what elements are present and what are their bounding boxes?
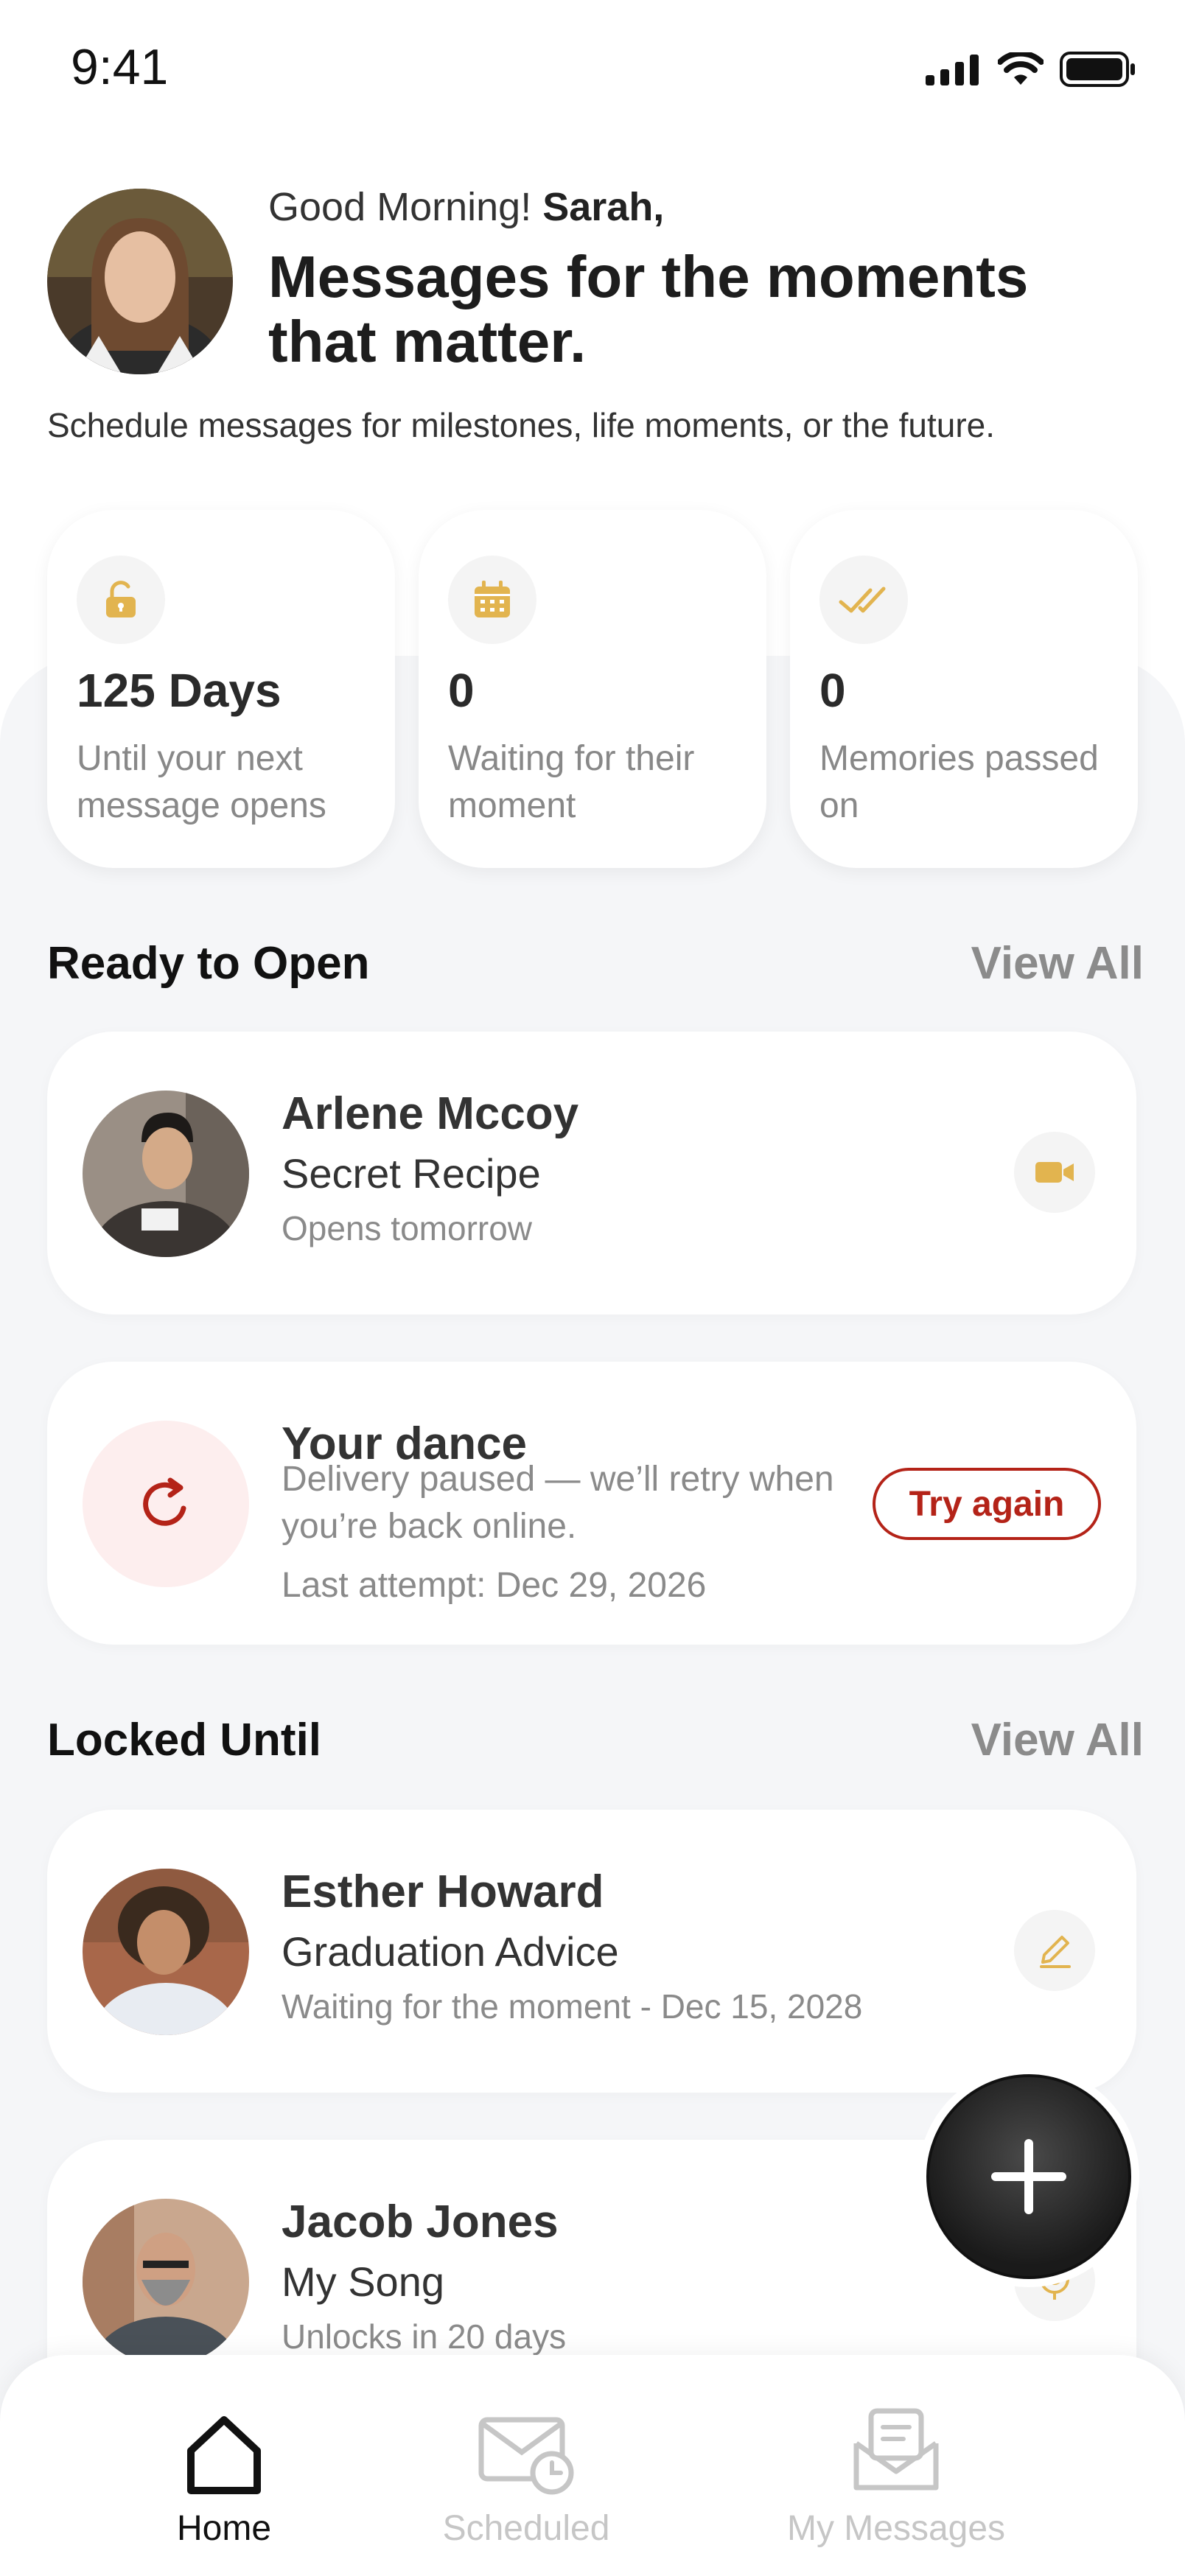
user-name: Sarah, — [542, 185, 665, 229]
view-all-locked-link[interactable]: View All — [971, 1714, 1144, 1766]
message-status: Waiting for the moment - Dec 15, 2028 — [282, 1987, 863, 2026]
message-title: Graduation Advice — [282, 1928, 619, 1975]
avatar — [83, 1869, 249, 2035]
status-time: 9:41 — [71, 39, 169, 95]
status-icons — [926, 52, 1136, 87]
stat-card-waiting[interactable]: 0 Waiting for their moment — [419, 510, 766, 868]
double-check-icon — [819, 556, 908, 644]
nav-item-scheduled[interactable]: Scheduled — [371, 2399, 681, 2549]
scheduled-mail-icon — [478, 2399, 574, 2495]
pencil-icon[interactable] — [1014, 1910, 1095, 1991]
stat-card-memories[interactable]: 0 Memories passed on — [790, 510, 1138, 868]
battery-icon — [1060, 52, 1135, 87]
message-title: My Song — [282, 2258, 444, 2305]
message-status: Unlocks in 20 days — [282, 2317, 567, 2356]
user-avatar[interactable] — [47, 189, 233, 374]
messages-icon — [852, 2399, 940, 2495]
greeting-prefix: Good Morning! — [268, 185, 532, 229]
page-subtitle: Schedule messages for milestones, life m… — [47, 406, 996, 444]
page-headline: Messages for the moments that matter. — [268, 244, 1029, 374]
failed-message-card[interactable]: Your dance Delivery paused — we’ll retry… — [47, 1362, 1136, 1645]
failure-description: Delivery paused — we’ll retry when you’r… — [282, 1460, 834, 1546]
stat-value: 0 — [819, 664, 846, 717]
section-title-ready: Ready to Open — [47, 938, 370, 989]
sender-name: Jacob Jones — [282, 2197, 559, 2247]
stat-card-next-open[interactable]: 125 Days Until your next message opens — [47, 510, 395, 868]
greeting: Good Morning! Sarah, — [268, 184, 664, 230]
video-camera-icon[interactable] — [1014, 1132, 1095, 1213]
bottom-nav: Home Scheduled My Messages — [0, 2355, 1185, 2576]
stat-value: 125 Days — [77, 664, 282, 717]
nav-label: Home — [176, 2509, 272, 2548]
last-attempt: Last attempt: Dec 29, 2026 — [282, 1566, 707, 1605]
nav-item-home[interactable]: Home — [69, 2399, 379, 2549]
wifi-icon — [998, 52, 1044, 85]
message-card[interactable]: Arlene Mccoy Secret Recipe Opens tomorro… — [47, 1032, 1136, 1315]
sender-name: Esther Howard — [282, 1866, 604, 1917]
message-card[interactable]: Esther Howard Graduation Advice Waiting … — [47, 1810, 1136, 2093]
section-title-locked: Locked Until — [47, 1715, 322, 1765]
home-icon — [183, 2399, 265, 2495]
stat-label: Waiting for their moment — [448, 739, 695, 825]
nav-item-my-messages[interactable]: My Messages — [741, 2399, 1051, 2549]
signal-icon — [926, 55, 979, 85]
new-message-button[interactable] — [918, 2066, 1139, 2287]
view-all-ready-link[interactable]: View All — [971, 937, 1144, 990]
retry-icon — [83, 1421, 249, 1587]
status-bar: 9:41 — [0, 0, 1185, 140]
stat-label: Until your next message opens — [77, 739, 326, 825]
calendar-icon — [448, 556, 536, 644]
nav-label: My Messages — [786, 2509, 1006, 2548]
stat-value: 0 — [448, 664, 475, 717]
stat-label: Memories passed on — [819, 739, 1099, 825]
avatar — [83, 1091, 249, 1257]
nav-label: Scheduled — [442, 2509, 610, 2548]
avatar — [83, 2199, 249, 2365]
message-title: Secret Recipe — [282, 1150, 541, 1197]
message-status: Opens tomorrow — [282, 1209, 533, 1247]
plus-icon — [926, 2074, 1131, 2279]
try-again-button[interactable]: Try again — [873, 1468, 1101, 1540]
sender-name: Arlene Mccoy — [282, 1088, 579, 1139]
unlock-icon — [77, 556, 165, 644]
